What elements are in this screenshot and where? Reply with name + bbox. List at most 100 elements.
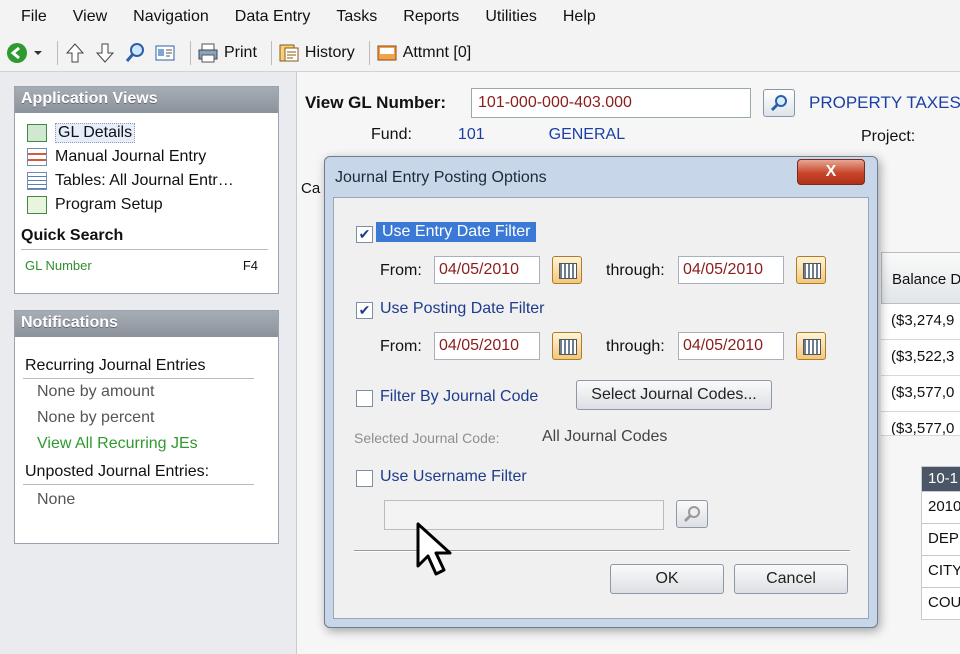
- journal-posting-options-dialog: Journal Entry Posting Options X ✔ Use En…: [324, 156, 878, 628]
- journal-entry-icon: [27, 148, 47, 166]
- username-filter-checkbox[interactable]: [356, 470, 373, 487]
- history-button[interactable]: History: [278, 42, 355, 64]
- menu-tasks[interactable]: Tasks: [323, 8, 390, 26]
- gl-number-input[interactable]: 101-000-000-403.000: [471, 88, 751, 118]
- magnifier-icon: [770, 95, 787, 112]
- username-lookup-button[interactable]: [676, 500, 708, 528]
- ok-button[interactable]: OK: [610, 564, 724, 594]
- posting-from-date-input[interactable]: 04/05/2010: [434, 332, 540, 360]
- attachment-button[interactable]: Attmnt [0]: [376, 42, 471, 64]
- gl-description: PROPERTY TAXES: [809, 93, 960, 112]
- gl-number-label: View GL Number:: [305, 93, 447, 112]
- posting-date-filter-checkbox[interactable]: ✔: [356, 302, 373, 319]
- fund-label: Fund:: [371, 126, 412, 143]
- up-arrow-icon[interactable]: [64, 42, 86, 64]
- posting-through-label: through:: [606, 338, 665, 355]
- toolbar-separator: [190, 40, 191, 65]
- calendar-icon[interactable]: [552, 332, 582, 360]
- history-icon: [279, 44, 299, 61]
- calendar-icon[interactable]: [796, 332, 826, 360]
- menu-bar: File View Navigation Data Entry Tasks Re…: [0, 0, 960, 34]
- toolbar-separator: [368, 40, 370, 65]
- table-row[interactable]: ($3,577,0: [881, 412, 960, 436]
- nav-item-gl-details[interactable]: GL Details: [15, 121, 278, 145]
- posting-through-date-input[interactable]: 04/05/2010: [678, 332, 784, 360]
- check-icon: ✔: [358, 226, 371, 242]
- nav-item-tables-journal-entries[interactable]: Tables: All Journal Entr…: [15, 169, 278, 193]
- attachment-label: Attmnt [0]: [402, 43, 472, 61]
- table-row[interactable]: ($3,522,3: [881, 340, 960, 376]
- quick-search-field[interactable]: GL Number: [25, 258, 92, 273]
- nav-item-manual-journal-entry[interactable]: Manual Journal Entry: [15, 145, 278, 169]
- journal-code-filter-label[interactable]: Filter By Journal Code: [380, 388, 538, 406]
- back-arrow-icon: [7, 42, 27, 63]
- menu-help[interactable]: Help: [550, 8, 609, 26]
- attachment-icon: [377, 45, 397, 60]
- recurring-entries-heading: Recurring Journal Entries: [25, 357, 206, 374]
- entry-from-date-input[interactable]: 04/05/2010: [434, 256, 540, 284]
- entry-through-date-input[interactable]: 04/05/2010: [678, 256, 784, 284]
- posting-date-filter-label[interactable]: Use Posting Date Filter: [380, 300, 545, 318]
- nav-item-label: Tables: All Journal Entr…: [55, 172, 234, 189]
- quick-search-title: Quick Search: [21, 227, 124, 244]
- menu-file[interactable]: File: [8, 8, 60, 26]
- dialog-body: ✔ Use Entry Date Filter From: 04/05/2010…: [333, 197, 869, 619]
- print-button[interactable]: Print: [197, 42, 257, 64]
- detail-list-header[interactable]: 10-1: [921, 466, 960, 492]
- list-item[interactable]: COU: [921, 588, 960, 620]
- entry-date-filter-label[interactable]: Use Entry Date Filter: [376, 222, 537, 242]
- gl-lookup-button[interactable]: [763, 89, 795, 117]
- application-views-title: Application Views: [15, 87, 278, 113]
- entry-date-filter-checkbox[interactable]: ✔: [356, 226, 373, 243]
- balance-column-header[interactable]: Balance D: [881, 252, 960, 304]
- down-arrow-icon[interactable]: [94, 42, 116, 64]
- menu-data-entry[interactable]: Data Entry: [222, 8, 324, 26]
- quick-search-shortcut: F4: [242, 258, 258, 273]
- notifications-title: Notifications: [15, 311, 278, 337]
- dropdown-caret-icon[interactable]: [33, 48, 43, 58]
- select-journal-codes-button[interactable]: Select Journal Codes...: [576, 380, 772, 410]
- gl-details-icon: [27, 124, 47, 142]
- list-item[interactable]: CITY: [921, 556, 960, 588]
- menu-utilities[interactable]: Utilities: [472, 8, 550, 26]
- detail-list: 10-1 2010 DEP CITY COU: [921, 466, 960, 620]
- toolbar-separator: [57, 40, 58, 65]
- search-icon[interactable]: [124, 42, 146, 64]
- card-icon[interactable]: [154, 42, 176, 64]
- posting-from-label: From:: [380, 338, 422, 355]
- balance-grid: ($3,274,9 ($3,522,3 ($3,577,0 ($3,577,0: [881, 304, 960, 436]
- printer-icon: [198, 43, 218, 62]
- quick-search-row[interactable]: GL Number F4: [15, 250, 278, 273]
- fund-row: Fund: 101 GENERAL: [371, 126, 625, 144]
- selected-journal-code-label: Selected Journal Code:: [354, 430, 500, 446]
- magnifier-icon: [683, 506, 700, 523]
- view-all-recurring-link[interactable]: View All Recurring JEs: [15, 427, 278, 453]
- nav-item-label: Manual Journal Entry: [55, 148, 207, 165]
- cancel-button[interactable]: Cancel: [734, 564, 848, 594]
- menu-view[interactable]: View: [60, 8, 120, 26]
- nav-item-label: GL Details: [55, 123, 136, 143]
- journal-code-filter-checkbox[interactable]: [356, 390, 373, 407]
- toolbar-separator: [270, 40, 272, 65]
- username-filter-label[interactable]: Use Username Filter: [380, 468, 527, 486]
- none-by-percent: None by percent: [37, 409, 155, 426]
- back-button[interactable]: [6, 42, 43, 64]
- menu-navigation[interactable]: Navigation: [120, 8, 222, 26]
- calendar-icon[interactable]: [552, 256, 582, 284]
- list-item[interactable]: DEP: [921, 524, 960, 556]
- nav-item-program-setup[interactable]: Program Setup: [15, 193, 278, 217]
- nav-item-label: Program Setup: [55, 196, 163, 213]
- fund-number: 101: [457, 126, 485, 143]
- calendar-icon[interactable]: [796, 256, 826, 284]
- list-item[interactable]: 2010: [921, 492, 960, 524]
- table-row[interactable]: ($3,577,0: [881, 376, 960, 412]
- menu-reports[interactable]: Reports: [390, 8, 472, 26]
- none-by-amount: None by amount: [37, 383, 155, 400]
- close-button[interactable]: X: [797, 159, 865, 185]
- table-icon: [27, 172, 47, 190]
- entry-from-label: From:: [380, 262, 422, 279]
- setup-icon: [27, 196, 47, 214]
- toolbar: Print History Attmnt [0]: [0, 34, 960, 72]
- mouse-cursor-icon: [416, 522, 452, 576]
- table-row[interactable]: ($3,274,9: [881, 304, 960, 340]
